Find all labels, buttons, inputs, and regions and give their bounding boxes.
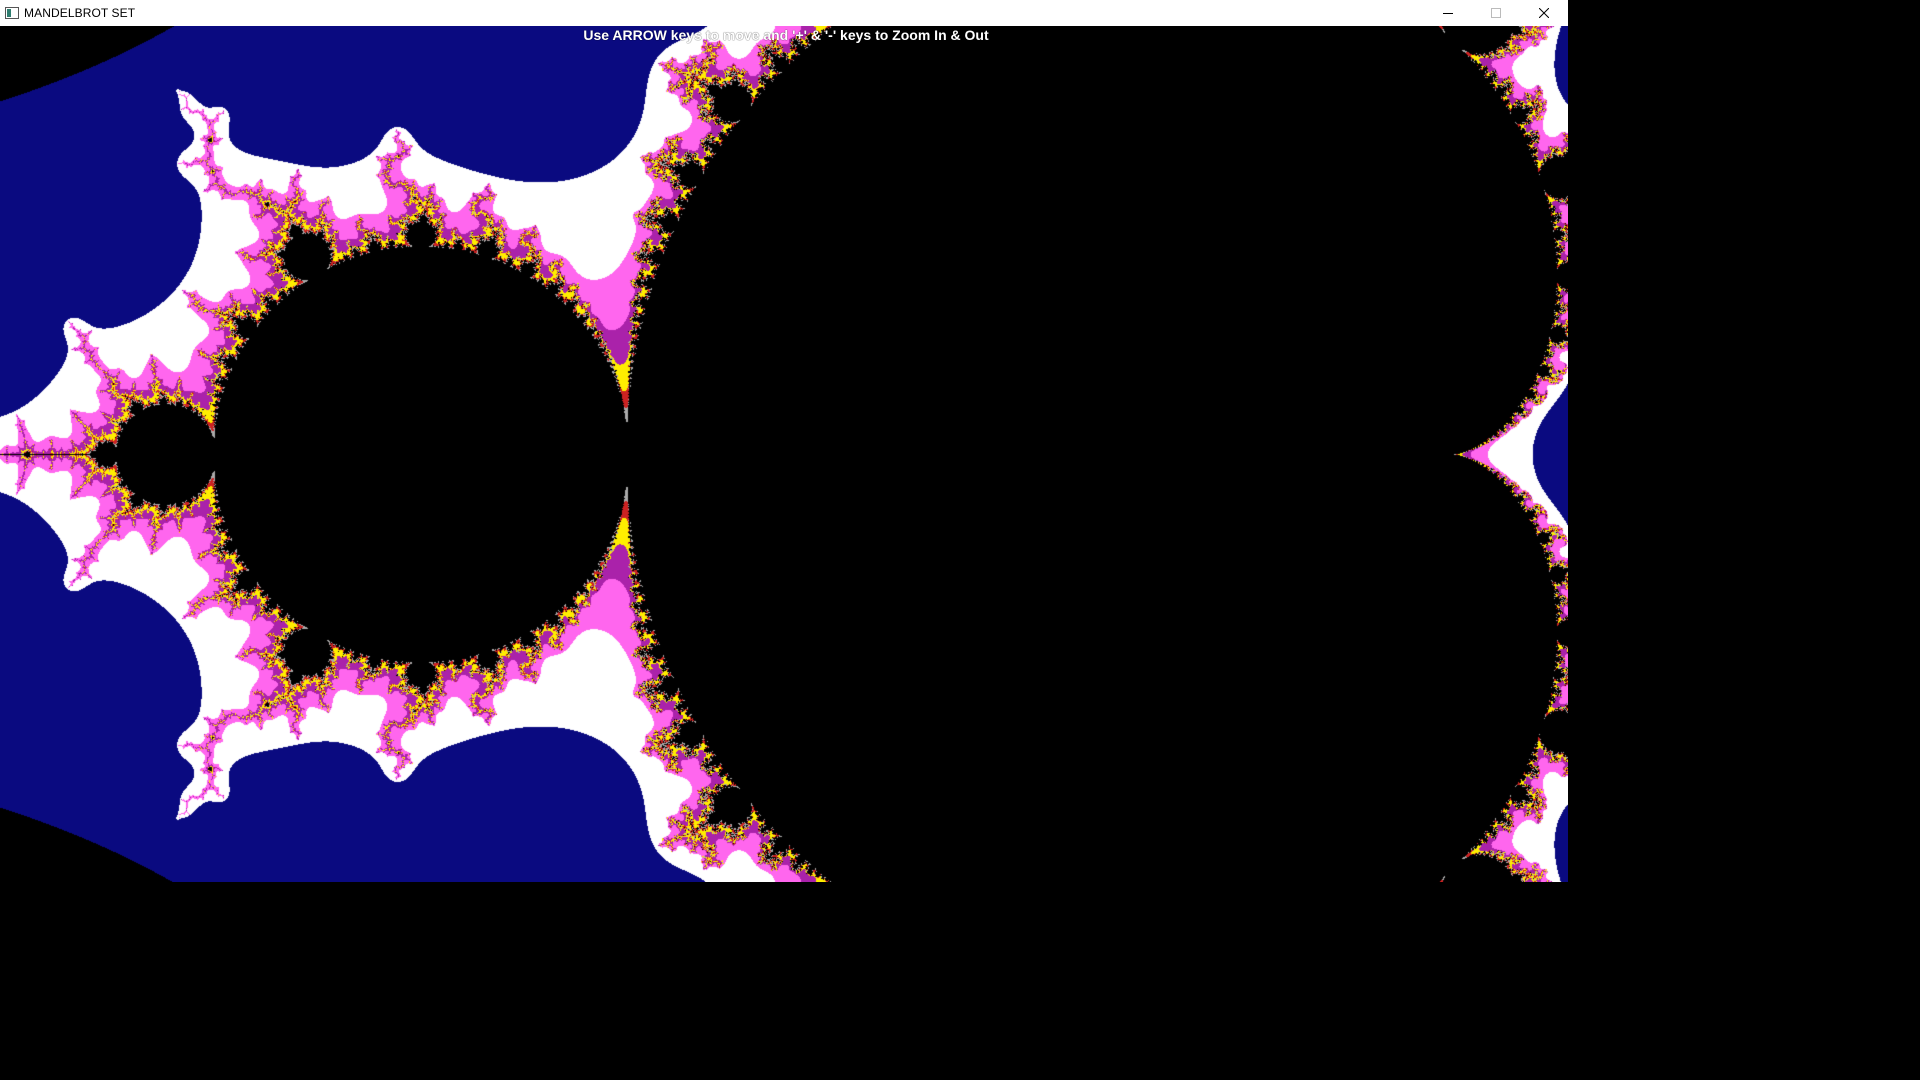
minimize-button[interactable]: [1424, 0, 1472, 26]
mandelbrot-window: MANDELBROT SET Use ARROW keys to move an…: [0, 0, 1568, 882]
close-button[interactable]: [1520, 0, 1568, 26]
mandelbrot-canvas[interactable]: [0, 26, 1568, 882]
maximize-button[interactable]: [1472, 0, 1520, 26]
controls-instruction: Use ARROW keys to move and '+' & '-' key…: [583, 27, 989, 43]
render-area[interactable]: Use ARROW keys to move and '+' & '-' key…: [0, 26, 1568, 882]
title-bar[interactable]: MANDELBROT SET: [0, 0, 1568, 26]
close-icon: [1539, 8, 1549, 18]
window-title: MANDELBROT SET: [24, 6, 136, 20]
minimize-icon: [1443, 13, 1453, 14]
console-window-icon[interactable]: [5, 7, 19, 19]
maximize-icon: [1491, 8, 1501, 18]
